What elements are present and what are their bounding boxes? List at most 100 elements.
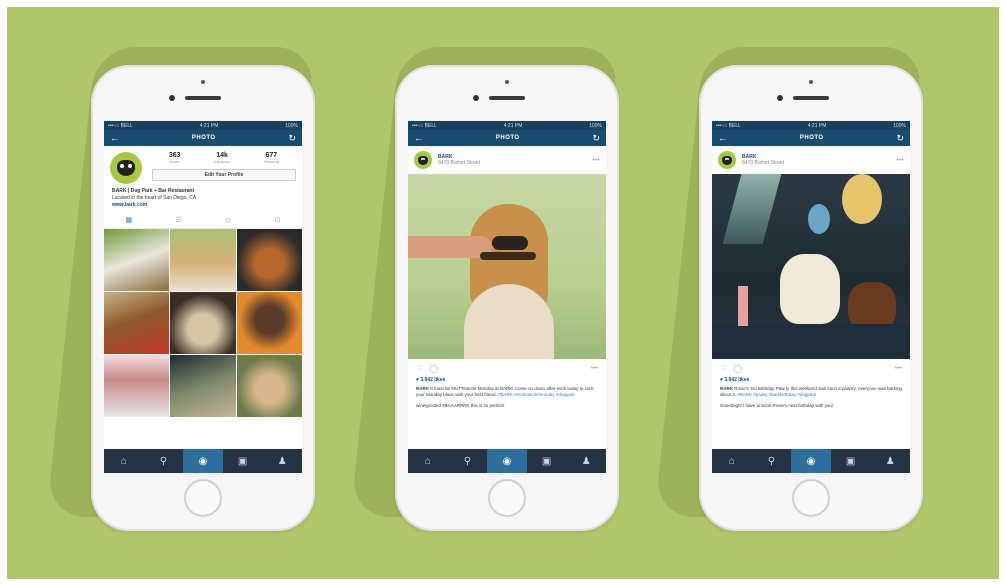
post-comment: Guesthigh! I have to book Rosie's next b… [720, 403, 834, 408]
status-bar: •••○○ BELL 4:21 PM 100% [104, 121, 302, 130]
post-meta: BARK 8470 Burnet Street [438, 154, 480, 166]
profile-icon[interactable]: ♟ [262, 449, 302, 473]
followers-label: followers [214, 159, 230, 164]
refresh-icon[interactable]: ↻ [896, 133, 904, 143]
post-photo[interactable] [712, 174, 910, 359]
edit-profile-button[interactable]: Edit Your Profile [152, 169, 296, 181]
dog-logo-icon [117, 160, 135, 176]
more-icon[interactable]: ••• [593, 157, 600, 164]
likes-count[interactable]: ♥ 3,942 likes [408, 375, 606, 385]
post-caption: BARK It must be MUTTstache Monday at BAR… [408, 385, 606, 399]
carrier-text: •••○○ BELL [412, 122, 437, 129]
refresh-icon[interactable]: ↻ [592, 133, 600, 143]
grid-photo[interactable] [170, 292, 236, 354]
grid-photo[interactable] [170, 229, 236, 291]
battery-text: 100% [285, 122, 298, 129]
list-icon[interactable]: ☰ [176, 216, 182, 224]
caption-hashtags[interactable]: #BARK #pawty #barkbirthday #dogpark [737, 392, 816, 397]
screen: •••○○ BELL 4:21 PM 100% ← PHOTO ↻ BARK 8… [408, 121, 606, 473]
clock-text: 4:21 PM [503, 122, 523, 129]
activity-icon[interactable]: ▣ [223, 449, 263, 473]
home-icon[interactable]: ⌂ [104, 449, 144, 473]
post-caption: BARK Rosie's 3rd Birthday Paw-ty this we… [712, 385, 910, 399]
clock-text: 4:21 PM [199, 122, 219, 129]
phone-post-mustache: •••○○ BELL 4:21 PM 100% ← PHOTO ↻ BARK 8… [395, 65, 619, 531]
search-icon[interactable]: ⚲ [448, 449, 488, 473]
post-location[interactable]: 8470 Burnet Street [438, 160, 480, 166]
home-button[interactable] [792, 479, 830, 517]
post-header: BARK 8470 Burnet Street ••• [712, 146, 910, 174]
refresh-icon[interactable]: ↻ [288, 133, 296, 143]
heart-icon[interactable]: ♡ [416, 364, 423, 373]
caption-hashtags[interactable]: #BARK #muttstachemonday #dogpark [498, 392, 575, 397]
profile-header: 363 posts 14k followers 677 following Ed… [104, 146, 302, 186]
status-bar: •••○○ BELL 4:21 PM 100% [712, 121, 910, 130]
grid-icon[interactable]: ▦ [126, 216, 133, 224]
grid-photo[interactable] [104, 292, 170, 354]
tab-bar: ⌂ ⚲ ◉ ▣ ♟ [104, 449, 302, 473]
home-button[interactable] [488, 479, 526, 517]
camera-icon[interactable]: ◉ [791, 449, 831, 473]
caption-username[interactable]: BARK [416, 386, 429, 391]
followers-stat[interactable]: 14k followers [214, 152, 230, 164]
table [712, 324, 910, 359]
location-icon[interactable]: ◎ [225, 216, 231, 224]
posts-stat[interactable]: 363 posts [169, 152, 181, 164]
search-icon[interactable]: ⚲ [144, 449, 184, 473]
post-photo[interactable] [408, 174, 606, 359]
camera-icon[interactable]: ◉ [183, 449, 223, 473]
back-arrow-icon[interactable]: ← [110, 133, 119, 143]
status-bar: •••○○ BELL 4:21 PM 100% [408, 121, 606, 130]
tab-bar: ⌂ ⚲ ◉ ▣ ♟ [408, 449, 606, 473]
photo-grid [104, 229, 302, 417]
camera-icon[interactable]: ◉ [487, 449, 527, 473]
proximity-sensor [201, 80, 205, 84]
dog-logo-icon [418, 155, 428, 165]
post-meta: BARK 8470 Burnet Street [742, 154, 784, 166]
following-stat[interactable]: 677 following [264, 152, 280, 164]
proximity-sensor [809, 80, 813, 84]
avatar[interactable] [718, 151, 736, 169]
following-label: following [263, 159, 280, 164]
profile-website-link[interactable]: www.bark.com [112, 202, 294, 209]
tab-bar: ⌂ ⚲ ◉ ▣ ♟ [712, 449, 910, 473]
tagged-icon[interactable]: ⊡ [274, 216, 280, 224]
streamers [722, 174, 782, 244]
profile-icon[interactable]: ♟ [870, 449, 910, 473]
phone-profile: •••○○ BELL 4:21 PM 100% ← PHOTO ↻ 363 po… [91, 65, 315, 531]
screen: •••○○ BELL 4:21 PM 100% ← PHOTO ↻ 363 po… [104, 121, 302, 473]
grid-photo[interactable] [236, 229, 302, 291]
search-icon[interactable]: ⚲ [752, 449, 792, 473]
comment-icon[interactable]: ◯ [733, 364, 742, 373]
screen: •••○○ BELL 4:21 PM 100% ← PHOTO ↻ BARK 8… [712, 121, 910, 473]
profile-bio: BARK | Dog Park + Bar Restaurant Located… [104, 186, 302, 211]
heart-icon[interactable]: ♡ [720, 364, 727, 373]
caption-username[interactable]: BARK [720, 386, 733, 391]
back-arrow-icon[interactable]: ← [414, 133, 423, 143]
activity-icon[interactable]: ▣ [527, 449, 567, 473]
profile-name: BARK | Dog Park + Bar Restaurant [112, 188, 195, 194]
avatar[interactable] [110, 152, 142, 184]
grid-photo[interactable] [236, 355, 302, 417]
home-button[interactable] [184, 479, 222, 517]
post-comment: wineyposted #BAAARRRK this is so perfect… [416, 403, 505, 408]
grid-photo[interactable] [170, 355, 236, 417]
more-icon[interactable]: ••• [591, 365, 598, 372]
grid-photo[interactable] [104, 229, 170, 291]
more-icon[interactable]: ••• [897, 157, 904, 164]
post-location[interactable]: 8470 Burnet Street [742, 160, 784, 166]
front-camera [169, 95, 175, 101]
profile-icon[interactable]: ♟ [566, 449, 606, 473]
grid-photo[interactable] [236, 292, 302, 354]
grid-photo[interactable] [104, 355, 170, 417]
home-icon[interactable]: ⌂ [712, 449, 752, 473]
back-arrow-icon[interactable]: ← [718, 133, 727, 143]
activity-icon[interactable]: ▣ [831, 449, 871, 473]
post-actions: ♡ ◯ ••• [712, 359, 910, 375]
likes-count[interactable]: ♥ 3,942 likes [712, 375, 910, 385]
comment-icon[interactable]: ◯ [429, 364, 438, 373]
more-icon[interactable]: ••• [895, 365, 902, 372]
pomeranian [780, 254, 840, 324]
avatar[interactable] [414, 151, 432, 169]
home-icon[interactable]: ⌂ [408, 449, 448, 473]
